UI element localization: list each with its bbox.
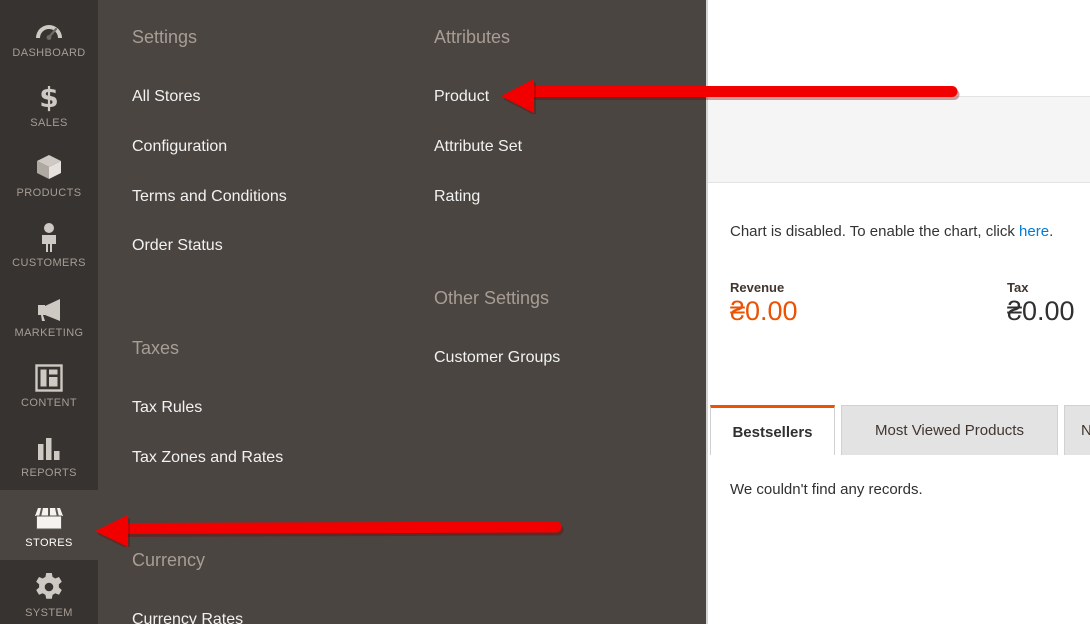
person-icon xyxy=(32,222,66,252)
sidebar-item-label: SYSTEM xyxy=(25,606,73,619)
dashboard-content: Chart is disabled. To enable the chart, … xyxy=(706,0,1090,624)
dollar-icon: $ xyxy=(32,82,66,112)
sidebar-item-dashboard[interactable]: DASHBOARD xyxy=(0,0,98,70)
storefront-icon xyxy=(32,502,66,532)
chart-notice-text-after: . xyxy=(1049,223,1054,240)
chart-notice-text-before: Chart is disabled. To enable the chart, … xyxy=(730,223,1020,240)
flyout-link-attribute-set[interactable]: Attribute Set xyxy=(434,138,522,156)
dashboard-toolbar-band xyxy=(706,96,1090,183)
totals-tax: Tax ₴0.00 xyxy=(1007,280,1075,325)
flyout-link-tax-zones-and-rates[interactable]: Tax Zones and Rates xyxy=(132,449,283,467)
totals-revenue-value: ₴0.00 xyxy=(730,296,798,326)
flyout-group-title-attributes: Attributes xyxy=(434,27,511,47)
enable-chart-link[interactable]: here xyxy=(1019,223,1049,240)
sidebar-item-label: DASHBOARD xyxy=(12,46,86,59)
svg-text:$: $ xyxy=(39,82,58,112)
flyout-link-order-status[interactable]: Order Status xyxy=(132,237,223,255)
tab-new-customers[interactable]: N xyxy=(1064,405,1090,455)
sidebar-item-products[interactable]: PRODUCTS xyxy=(0,140,98,210)
flyout-link-tax-rules[interactable]: Tax Rules xyxy=(132,399,202,417)
flyout-group-title-settings: Settings xyxy=(132,27,198,47)
sidebar-item-label: REPORTS xyxy=(21,466,77,479)
gear-icon xyxy=(32,572,66,602)
chart-disabled-notice: Chart is disabled. To enable the chart, … xyxy=(730,223,1053,240)
content-left-divider xyxy=(706,0,708,624)
totals-revenue-label: Revenue xyxy=(730,280,785,295)
sidebar-item-customers[interactable]: CUSTOMERS xyxy=(0,210,98,280)
tab-bestsellers[interactable]: Bestsellers xyxy=(710,405,835,456)
totals-tax-value: ₴0.00 xyxy=(1007,296,1075,326)
flyout-link-all-stores[interactable]: All Stores xyxy=(132,88,200,106)
sidebar-item-stores[interactable]: STORES xyxy=(0,490,98,560)
sidebar-item-label: SALES xyxy=(30,116,68,129)
sidebar-item-content[interactable]: CONTENT xyxy=(0,350,98,420)
flyout-group-title-other-settings: Other Settings xyxy=(434,288,550,308)
magento-admin-screen: DASHBOARD $ SALES PRODUCTS CUSTOMERS MAR… xyxy=(0,0,1090,624)
sidebar-item-sales[interactable]: $ SALES xyxy=(0,70,98,140)
totals-tax-label: Tax xyxy=(1007,280,1029,295)
sidebar-item-reports[interactable]: REPORTS xyxy=(0,420,98,490)
megaphone-icon xyxy=(32,292,66,322)
empty-records-message: We couldn't find any records. xyxy=(730,481,923,498)
box-icon xyxy=(32,152,66,182)
tab-most-viewed-products[interactable]: Most Viewed Products xyxy=(841,405,1058,455)
flyout-link-product[interactable]: Product xyxy=(434,88,489,106)
sidebar-item-label: CONTENT xyxy=(21,396,77,409)
sidebar-item-marketing[interactable]: MARKETING xyxy=(0,280,98,350)
sidebar-item-label: MARKETING xyxy=(14,326,84,339)
flyout-link-configuration[interactable]: Configuration xyxy=(132,138,227,156)
sidebar-item-system[interactable]: SYSTEM xyxy=(0,560,98,624)
flyout-link-customer-groups[interactable]: Customer Groups xyxy=(434,349,560,367)
gauge-icon xyxy=(32,12,66,42)
tab-content-edge xyxy=(710,455,1090,456)
stores-flyout-menu: Settings All Stores Configuration Terms … xyxy=(98,0,706,624)
flyout-group-title-currency: Currency xyxy=(132,550,206,570)
primary-sidebar-nav: DASHBOARD $ SALES PRODUCTS CUSTOMERS MAR… xyxy=(0,0,98,624)
sidebar-item-label: STORES xyxy=(25,536,73,549)
flyout-link-terms-and-conditions[interactable]: Terms and Conditions xyxy=(132,188,287,206)
flyout-link-rating[interactable]: Rating xyxy=(434,188,480,206)
layout-icon xyxy=(32,362,66,392)
flyout-link-currency-rates[interactable]: Currency Rates xyxy=(132,611,243,624)
sidebar-item-label: CUSTOMERS xyxy=(12,256,86,269)
flyout-group-title-taxes: Taxes xyxy=(132,338,180,358)
totals-revenue: Revenue ₴0.00 xyxy=(730,280,798,325)
sidebar-item-label: PRODUCTS xyxy=(16,186,82,199)
bar-chart-icon xyxy=(32,432,66,462)
